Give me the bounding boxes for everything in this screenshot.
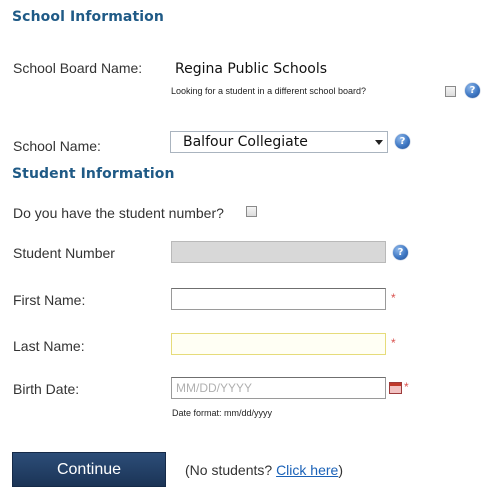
birth-date-input[interactable] [171,377,386,399]
no-students-text: (No students? Click here) [185,462,343,478]
first-name-label: First Name: [13,292,86,308]
no-students-prefix: (No students? [185,462,277,478]
first-name-required-marker: * [391,291,396,305]
birth-date-label: Birth Date: [13,381,80,397]
have-student-number-label: Do you have the student number? [13,205,224,221]
school-name-label: School Name: [13,138,101,154]
school-name-selected-value: Balfour Collegiate [183,134,308,150]
last-name-input[interactable] [171,333,386,355]
chevron-down-icon [375,140,383,145]
school-help-icon[interactable]: ? [395,134,410,149]
date-format-hint: Date format: mm/dd/yyyy [172,408,273,418]
last-name-label: Last Name: [13,338,85,354]
student-information-heading: Student Information [12,166,175,182]
school-name-select[interactable]: Balfour Collegiate [170,131,388,153]
calendar-icon[interactable] [389,382,402,394]
school-information-heading: School Information [12,9,164,25]
no-students-suffix: ) [338,462,343,478]
different-board-text: Looking for a student in a different sch… [171,86,366,96]
board-help-icon[interactable]: ? [465,83,480,98]
school-board-name-value: Regina Public Schools [175,61,328,77]
different-board-checkbox[interactable] [445,86,456,97]
student-number-label: Student Number [13,245,115,261]
click-here-link[interactable]: Click here [276,462,338,478]
first-name-input[interactable] [171,288,386,310]
have-student-number-checkbox[interactable] [246,206,257,217]
school-board-name-label: School Board Name: [13,60,143,76]
student-number-help-icon[interactable]: ? [393,245,408,260]
continue-button[interactable]: Continue [12,452,166,487]
birth-date-required-marker: * [404,380,409,394]
last-name-required-marker: * [391,336,396,350]
student-number-input[interactable] [171,241,386,263]
